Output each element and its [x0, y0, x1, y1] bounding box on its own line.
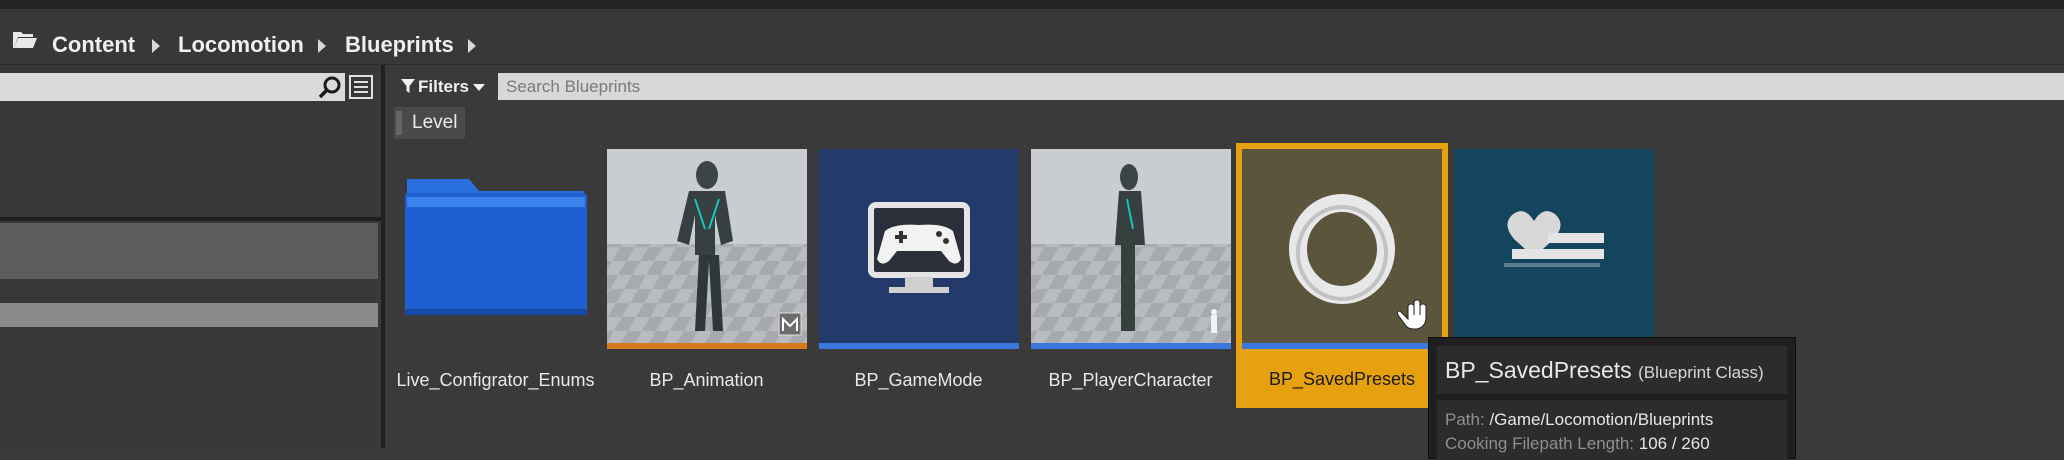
tooltip-header: BP_SavedPresets (Blueprint Class) — [1437, 346, 1787, 394]
asset-name: Live_Configrator_Enums — [396, 370, 595, 390]
asset-name: BP_SavedPresets — [1268, 369, 1416, 389]
search-icon[interactable] — [318, 75, 342, 99]
asset-tile-folder[interactable] — [401, 149, 601, 349]
chip-toggle-bar — [396, 111, 402, 135]
chevron-down-icon — [473, 84, 485, 91]
asset-tile-bp-gamemode[interactable] — [819, 149, 1019, 349]
tooltip-title: BP_SavedPresets (Blueprint Class) — [1445, 346, 1764, 397]
gamepad-icon — [819, 149, 1019, 349]
tooltip-cooking-label: Cooking Filepath Length: — [1445, 434, 1635, 453]
asset-name: BP_PlayerCharacter — [1048, 370, 1213, 390]
tooltip-path-row: Path: /Game/Locomotion/Blueprints — [1445, 410, 1713, 430]
sources-panel — [0, 65, 384, 448]
panel-divider — [0, 217, 384, 221]
sources-row[interactable] — [0, 303, 378, 327]
filters-label: Filters — [418, 77, 470, 96]
breadcrumb-chevron-icon[interactable] — [468, 39, 476, 53]
window-top-strip — [0, 0, 2064, 9]
tooltip-asset-name: BP_SavedPresets — [1445, 357, 1632, 383]
filter-chip-label: Level — [412, 112, 458, 133]
heart-list-icon — [1454, 149, 1654, 349]
asset-tile-bp-savedpresets[interactable]: BP_SavedPresets — [1236, 143, 1448, 408]
character-thumbnail-icon — [1031, 149, 1231, 349]
sources-row[interactable] — [0, 223, 378, 279]
filters-button[interactable]: Filters — [398, 73, 490, 101]
sources-search-input[interactable] — [0, 73, 345, 101]
mannequin-thumbnail-icon — [607, 149, 807, 349]
tooltip-cooking-row: Cooking Filepath Length: 106 / 260 — [1445, 434, 1710, 454]
filter-chip-level[interactable]: Level — [394, 107, 465, 139]
breadcrumb-chevron-icon[interactable] — [318, 39, 326, 53]
panel-splitter[interactable] — [381, 65, 385, 448]
search-input[interactable] — [498, 73, 2064, 100]
filter-funnel-icon — [401, 79, 415, 93]
asset-tile-bp-playercharacter[interactable] — [1031, 149, 1231, 349]
asset-tile-bp-animation[interactable] — [607, 149, 807, 349]
folder-icon — [405, 179, 587, 315]
tooltip-body: Path: /Game/Locomotion/Blueprints Cookin… — [1437, 400, 1787, 460]
breadcrumb: Content Locomotion Blueprints — [0, 9, 2064, 65]
breadcrumb-chevron-icon[interactable] — [152, 39, 160, 53]
asset-tile-bp-live-config[interactable] — [1454, 149, 1654, 349]
asset-tooltip: BP_SavedPresets (Blueprint Class) Path: … — [1428, 337, 1796, 460]
breadcrumb-item-content[interactable]: Content — [52, 23, 135, 67]
breadcrumb-item-locomotion[interactable]: Locomotion — [178, 23, 304, 67]
tooltip-path-label: Path: — [1445, 410, 1485, 429]
open-folder-icon[interactable] — [12, 30, 38, 50]
tooltip-path-value: /Game/Locomotion/Blueprints — [1489, 410, 1714, 429]
tooltip-asset-class: (Blueprint Class) — [1638, 363, 1764, 382]
asset-name: BP_GameMode — [854, 370, 983, 390]
ring-icon — [1242, 149, 1442, 349]
tooltip-cooking-value: 106 / 260 — [1638, 434, 1710, 453]
list-view-icon[interactable] — [348, 73, 374, 101]
asset-name: BP_Animation — [649, 370, 764, 390]
breadcrumb-item-blueprints[interactable]: Blueprints — [345, 23, 454, 67]
